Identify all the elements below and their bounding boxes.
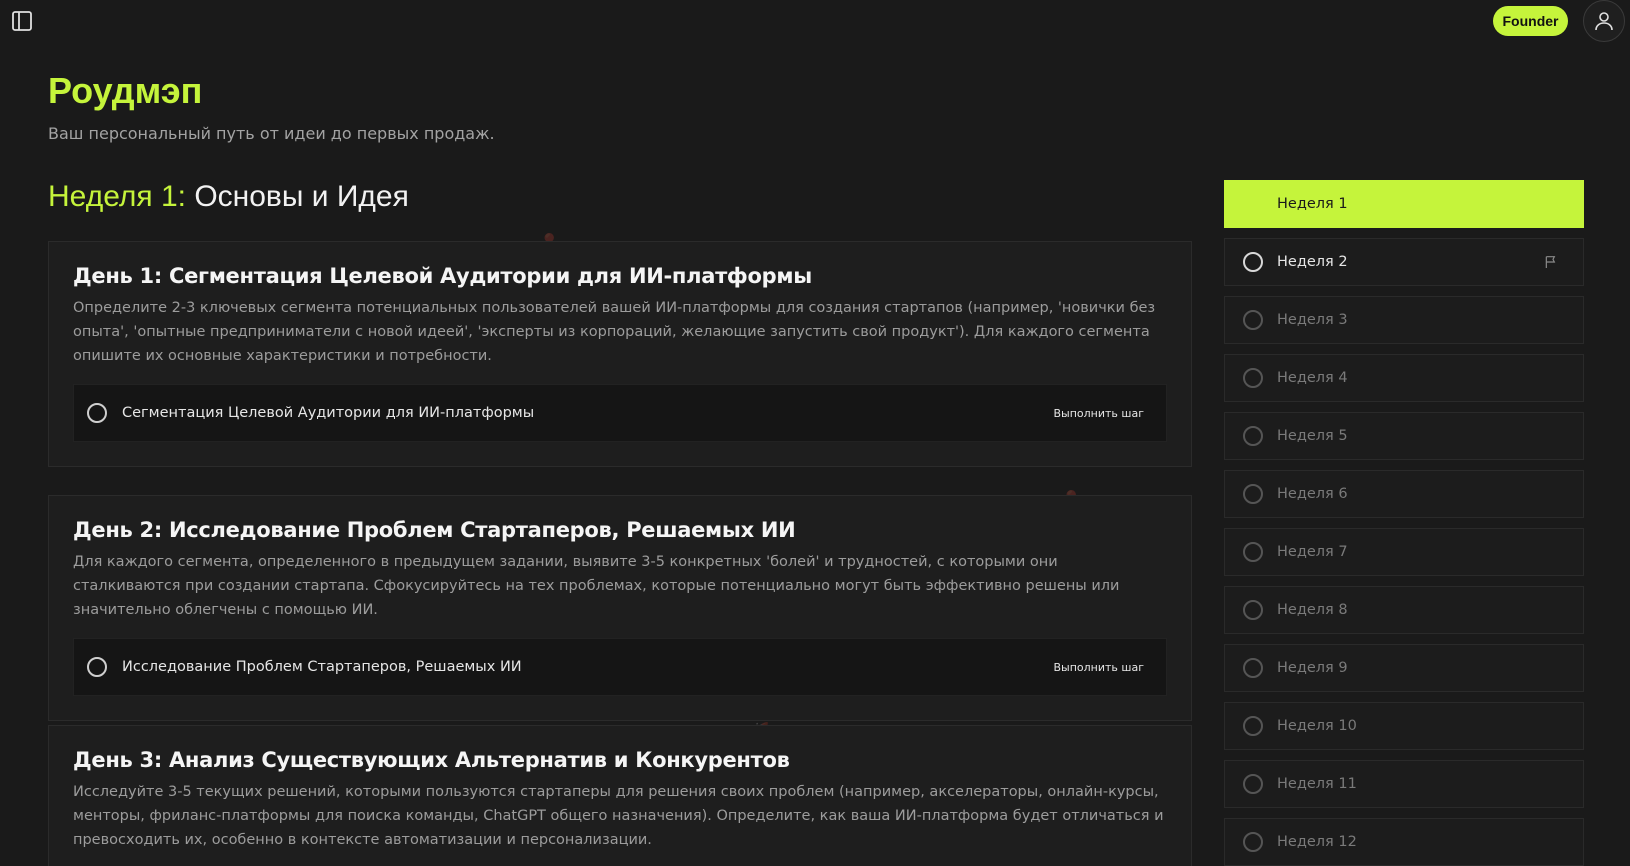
step-label: Сегментация Целевой Аудитории для ИИ-пла… xyxy=(122,405,535,421)
week-label: Неделя 6 xyxy=(1277,486,1348,502)
week-item-5[interactable]: Неделя 5 xyxy=(1224,412,1584,460)
sidebar-toggle-icon[interactable] xyxy=(10,9,34,33)
week-list: Неделя 1 Неделя 2 Неделя 3 Неделя 4 Неде… xyxy=(1224,180,1584,866)
week-label: Неделя 7 xyxy=(1277,544,1348,560)
week-label: Неделя 12 xyxy=(1277,834,1357,850)
step-row[interactable]: Сегментация Целевой Аудитории для ИИ-пла… xyxy=(73,384,1167,442)
user-icon xyxy=(1595,12,1613,31)
week-item-2[interactable]: Неделя 2 xyxy=(1224,238,1584,286)
week-status-icon xyxy=(1243,774,1263,794)
week-item-7[interactable]: Неделя 7 xyxy=(1224,528,1584,576)
week-status-icon xyxy=(1243,832,1263,852)
week-status-icon xyxy=(1243,194,1263,214)
week-item-10[interactable]: Неделя 10 xyxy=(1224,702,1584,750)
week-status-icon xyxy=(1243,426,1263,446)
week-number: Неделя 1: xyxy=(48,180,186,213)
week-item-11[interactable]: Неделя 11 xyxy=(1224,760,1584,808)
week-status-icon xyxy=(1243,484,1263,504)
week-label: Неделя 10 xyxy=(1277,718,1357,734)
week-label: Неделя 9 xyxy=(1277,660,1348,676)
week-item-8[interactable]: Неделя 8 xyxy=(1224,586,1584,634)
week-label: Неделя 4 xyxy=(1277,370,1348,386)
week-label: Неделя 1 xyxy=(1277,196,1348,212)
week-label: Неделя 3 xyxy=(1277,312,1348,328)
day-card-2: День 2: Исследование Проблем Стартаперов… xyxy=(48,495,1192,721)
flag-icon xyxy=(1545,256,1556,268)
week-status-icon xyxy=(1243,542,1263,562)
role-badge[interactable]: Founder xyxy=(1493,6,1568,36)
day-title: День 3: Анализ Существующих Альтернатив … xyxy=(73,748,790,772)
avatar[interactable] xyxy=(1583,0,1625,42)
week-item-3[interactable]: Неделя 3 xyxy=(1224,296,1584,344)
week-status-icon xyxy=(1243,658,1263,678)
step-circle-icon[interactable] xyxy=(87,657,107,677)
week-heading: Неделя 1: Основы и Идея xyxy=(48,180,409,214)
week-label: Неделя 2 xyxy=(1277,254,1348,270)
week-item-6[interactable]: Неделя 6 xyxy=(1224,470,1584,518)
day-card-1: День 1: Сегментация Целевой Аудитории дл… xyxy=(48,241,1192,467)
week-status-icon xyxy=(1243,368,1263,388)
week-item-9[interactable]: Неделя 9 xyxy=(1224,644,1584,692)
roadmap-page: 📍 🏁 📊 📈 📍 ✅ 📍 ⏱ ⏱ 🚀 📈 Founder Роудмэп Ва… xyxy=(0,0,1630,866)
week-item-1[interactable]: Неделя 1 xyxy=(1224,180,1584,228)
step-label: Исследование Проблем Стартаперов, Решаем… xyxy=(122,659,522,675)
week-label: Неделя 11 xyxy=(1277,776,1357,792)
week-label: Неделя 8 xyxy=(1277,602,1348,618)
step-circle-icon[interactable] xyxy=(87,403,107,423)
page-title: Роудмэп xyxy=(48,70,203,111)
day-title: День 2: Исследование Проблем Стартаперов… xyxy=(73,518,796,542)
week-status-icon xyxy=(1243,716,1263,736)
day-title: День 1: Сегментация Целевой Аудитории дл… xyxy=(73,264,812,288)
page-subtitle: Ваш персональный путь от идеи до первых … xyxy=(48,124,495,143)
week-status-icon xyxy=(1243,600,1263,620)
step-row[interactable]: Исследование Проблем Стартаперов, Решаем… xyxy=(73,638,1167,696)
week-status-icon xyxy=(1243,310,1263,330)
day-card-3: День 3: Анализ Существующих Альтернатив … xyxy=(48,725,1192,866)
complete-step-button[interactable]: Выполнить шаг xyxy=(1054,661,1145,674)
day-description: Для каждого сегмента, определенного в пр… xyxy=(73,554,1120,618)
week-label: Неделя 5 xyxy=(1277,428,1348,444)
week-theme: Основы и Идея xyxy=(194,180,409,213)
week-status-icon xyxy=(1243,252,1263,272)
week-item-12[interactable]: Неделя 12 xyxy=(1224,818,1584,866)
complete-step-button[interactable]: Выполнить шаг xyxy=(1054,407,1145,420)
day-description: Определите 2-3 ключевых сегмента потенци… xyxy=(73,300,1156,364)
week-item-4[interactable]: Неделя 4 xyxy=(1224,354,1584,402)
day-description: Исследуйте 3-5 текущих решений, которыми… xyxy=(73,784,1164,848)
